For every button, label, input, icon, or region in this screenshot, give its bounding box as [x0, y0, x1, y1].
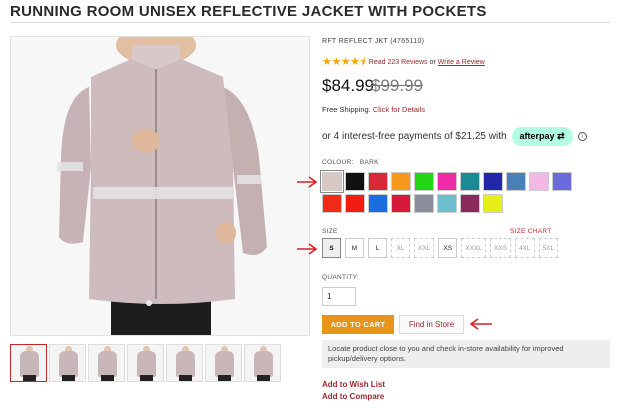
thumbnail[interactable]: [166, 344, 203, 382]
rating-row: ★★★★⯨ Read 223 Reviews or Write a Review: [322, 53, 485, 72]
quantity-label: QUANTITY:: [322, 274, 360, 281]
thumbnail[interactable]: [244, 344, 281, 382]
annotation-arrow-icon: [297, 243, 318, 255]
size-option-xxs[interactable]: XXS: [489, 238, 511, 258]
colour-swatch[interactable]: [437, 194, 457, 213]
find-in-store-button[interactable]: Find in Store: [399, 315, 464, 334]
thumbnail[interactable]: [127, 344, 164, 382]
colour-swatch[interactable]: [391, 172, 411, 191]
colour-swatch[interactable]: [529, 172, 549, 191]
size-option-m[interactable]: M: [345, 238, 364, 258]
shipping-info: Free Shipping. Click for Details: [322, 105, 425, 114]
annotation-arrow-icon: [469, 318, 492, 330]
write-review-link[interactable]: Write a Review: [438, 59, 485, 66]
size-option-xs[interactable]: XS: [438, 238, 458, 258]
product-title: RUNNING ROOM UNISEX REFLECTIVE JACKET WI…: [10, 3, 487, 20]
colour-swatch[interactable]: [345, 194, 365, 213]
colour-label: COLOUR: BARK: [322, 159, 379, 166]
colour-swatch[interactable]: [368, 172, 388, 191]
product-sku: RFT REFLECT JKT (4765110): [322, 38, 425, 45]
size-options: S M L XL XXL XS XXXL XXS 4XL 5XL: [322, 238, 559, 258]
annotation-arrow-icon: [297, 176, 318, 188]
colour-swatch[interactable]: [437, 172, 457, 191]
quantity-input[interactable]: 1: [322, 287, 356, 306]
thumbnail[interactable]: [49, 344, 86, 382]
colour-swatch[interactable]: [552, 172, 572, 191]
size-option-5xl[interactable]: 5XL: [538, 238, 559, 258]
thumbnail-strip: [10, 344, 281, 382]
add-to-cart-button[interactable]: ADD TO CART: [322, 315, 394, 334]
read-reviews-link[interactable]: Read 223 Reviews: [369, 59, 428, 66]
add-to-compare-link[interactable]: Add to Compare: [322, 392, 384, 401]
colour-swatch[interactable]: [460, 194, 480, 213]
jacket-photo: [11, 37, 309, 335]
installments-text: or 4 interest-free payments of $21.25 wi…: [322, 131, 507, 142]
colour-swatch[interactable]: [460, 172, 480, 191]
selected-colour-name: BARK: [359, 159, 379, 166]
colour-swatch[interactable]: [322, 194, 342, 213]
size-option-s[interactable]: S: [322, 238, 341, 258]
afterpay-label: afterpay: [519, 131, 555, 141]
colour-swatch[interactable]: [483, 194, 503, 213]
add-to-wishlist-link[interactable]: Add to Wish List: [322, 380, 385, 389]
colour-swatch[interactable]: [414, 194, 434, 213]
star-rating-icon: ★★★★⯨: [322, 56, 365, 68]
size-option-l[interactable]: L: [368, 238, 387, 258]
shipping-details-link[interactable]: Click for Details: [373, 105, 425, 114]
title-divider: [10, 22, 610, 23]
original-price: $99.99: [371, 76, 423, 95]
shipping-text: Free Shipping.: [322, 105, 371, 114]
size-option-4xl[interactable]: 4XL: [514, 238, 535, 258]
thumbnail[interactable]: [205, 344, 242, 382]
colour-swatch[interactable]: [320, 170, 344, 193]
size-option-xl[interactable]: XL: [391, 238, 410, 258]
colour-swatch[interactable]: [414, 172, 434, 191]
colour-swatch[interactable]: [368, 194, 388, 213]
size-label: SIZE: [322, 228, 338, 235]
thumbnail[interactable]: [10, 344, 47, 382]
or-text: or: [429, 59, 436, 66]
colour-swatches: [320, 170, 594, 213]
current-price: $84.99: [322, 76, 374, 95]
thumbnail[interactable]: [88, 344, 125, 382]
colour-swatch[interactable]: [345, 172, 365, 191]
colour-swatch[interactable]: [391, 194, 411, 213]
locate-product-info: Locate product close to you and check in…: [322, 340, 610, 368]
colour-swatch[interactable]: [506, 172, 526, 191]
colour-label-text: COLOUR:: [322, 159, 354, 166]
info-icon[interactable]: i: [577, 132, 587, 141]
colour-swatch[interactable]: [483, 172, 503, 191]
size-option-xxxl[interactable]: XXXL: [461, 238, 486, 258]
installments-row: or 4 interest-free payments of $21.25 wi…: [322, 127, 587, 146]
afterpay-badge[interactable]: afterpay ⇄: [511, 127, 573, 146]
size-chart-link[interactable]: SIZE CHART: [510, 228, 552, 235]
main-product-image[interactable]: [10, 36, 310, 336]
size-option-xxl[interactable]: XXL: [414, 238, 435, 258]
